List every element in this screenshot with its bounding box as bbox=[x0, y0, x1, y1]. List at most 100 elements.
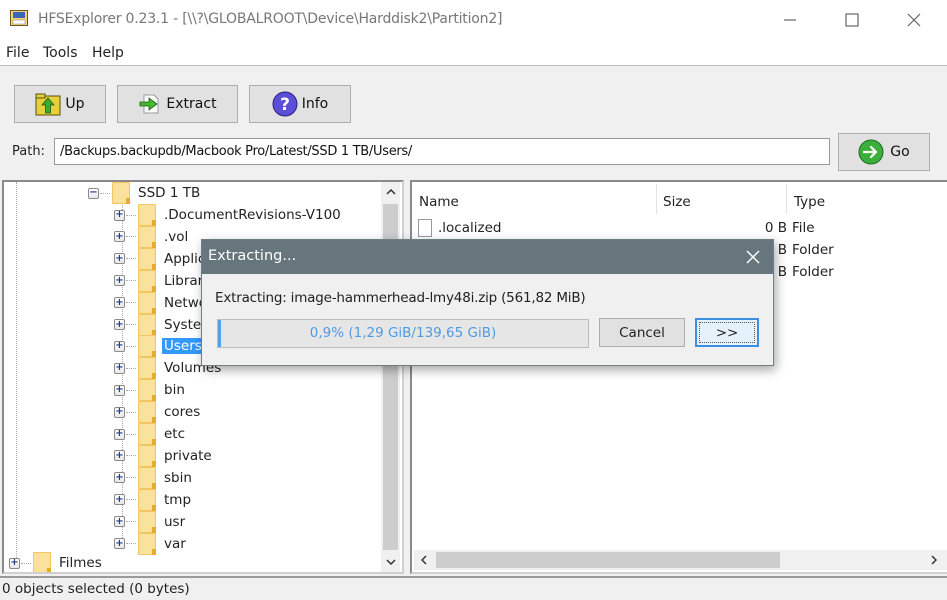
folder-icon bbox=[138, 444, 156, 467]
column-header-size[interactable]: Size bbox=[663, 194, 691, 210]
column-separator[interactable] bbox=[786, 184, 787, 214]
folder-icon bbox=[138, 269, 156, 292]
menu-bar: File Tools Help bbox=[0, 40, 947, 66]
expand-icon[interactable]: + bbox=[114, 319, 125, 330]
info-button[interactable]: ? Info bbox=[249, 85, 351, 123]
column-header-type[interactable]: Type bbox=[794, 194, 825, 210]
menu-help[interactable]: Help bbox=[92, 45, 124, 61]
close-button[interactable] bbox=[884, 0, 944, 40]
folder-icon bbox=[138, 466, 156, 489]
collapse-icon[interactable]: − bbox=[88, 187, 99, 199]
extract-progress-bar: 0,9% (1,29 GiB/139,65 GiB) bbox=[217, 319, 589, 348]
path-label: Path: bbox=[12, 144, 45, 159]
minimize-icon bbox=[784, 19, 796, 21]
expand-icon[interactable]: + bbox=[114, 384, 125, 396]
folder-icon bbox=[138, 379, 156, 402]
menu-file[interactable]: File bbox=[6, 45, 29, 61]
cell-type: Folder bbox=[792, 242, 834, 258]
expand-icon[interactable]: + bbox=[114, 275, 125, 287]
scrollbar-thumb[interactable] bbox=[436, 552, 780, 568]
folder-icon bbox=[33, 552, 51, 572]
up-button[interactable]: Up bbox=[14, 85, 106, 123]
info-label: Info bbox=[301, 96, 329, 112]
expand-icon[interactable]: + bbox=[114, 494, 125, 506]
up-label: Up bbox=[65, 96, 85, 112]
cell-type: Folder bbox=[792, 264, 834, 280]
expand-icon[interactable]: + bbox=[9, 557, 20, 569]
go-arrow-icon bbox=[858, 139, 884, 165]
path-input[interactable] bbox=[54, 138, 830, 165]
extract-button[interactable]: Extract bbox=[117, 85, 238, 123]
extract-label: Extract bbox=[166, 96, 217, 112]
expand-icon[interactable]: + bbox=[114, 538, 125, 549]
expand-icon[interactable]: + bbox=[114, 450, 125, 462]
folder-icon bbox=[138, 423, 156, 445]
extracting-dialog: Extracting... Extracting: image-hammerhe… bbox=[201, 239, 774, 366]
scroll-up-icon[interactable] bbox=[381, 182, 400, 202]
maximize-button[interactable] bbox=[822, 0, 882, 40]
close-icon bbox=[907, 13, 921, 27]
tree-node[interactable]: + cores bbox=[114, 401, 202, 424]
cell-type: File bbox=[792, 220, 815, 236]
status-bar: 0 objects selected (0 bytes) bbox=[0, 576, 947, 600]
window-title: HFSExplorer 0.23.1 - [\\?\GLOBALROOT\Dev… bbox=[38, 11, 503, 27]
folder-icon bbox=[138, 247, 156, 270]
list-row[interactable]: .localized 0 B File bbox=[412, 218, 947, 240]
scroll-right-icon[interactable] bbox=[924, 550, 944, 570]
tree-node-filmes[interactable]: + Filmes bbox=[9, 552, 104, 572]
list-horizontal-scrollbar[interactable] bbox=[414, 550, 947, 570]
folder-icon bbox=[138, 488, 156, 511]
tree-node[interactable]: + .DocumentRevisions-V100 bbox=[114, 204, 343, 226]
tree-node[interactable]: + etc bbox=[114, 423, 187, 445]
expand-icon[interactable]: + bbox=[114, 253, 125, 265]
expand-icon[interactable]: + bbox=[114, 516, 125, 528]
minimize-button[interactable] bbox=[760, 0, 820, 40]
list-header: Name Size Type bbox=[412, 182, 947, 218]
column-separator[interactable] bbox=[656, 184, 657, 214]
expand-icon[interactable]: + bbox=[114, 340, 125, 352]
expand-icon[interactable]: + bbox=[114, 209, 125, 221]
cancel-button[interactable]: Cancel bbox=[599, 318, 685, 347]
folder-icon bbox=[112, 182, 130, 204]
tree-node[interactable]: + usr bbox=[114, 510, 187, 533]
tree-node[interactable]: + Users bbox=[114, 335, 204, 358]
question-icon: ? bbox=[272, 91, 298, 117]
dialog-close-button[interactable] bbox=[737, 245, 769, 269]
expand-icon[interactable]: + bbox=[114, 406, 125, 418]
tree-node[interactable]: + tmp bbox=[114, 488, 193, 511]
title-bar: HFSExplorer 0.23.1 - [\\?\GLOBALROOT\Dev… bbox=[0, 0, 947, 40]
progress-text: 0,9% (1,29 GiB/139,65 GiB) bbox=[309, 325, 497, 341]
tree-node[interactable]: + Library bbox=[114, 269, 213, 292]
hfsexplorer-app-icon bbox=[10, 10, 28, 26]
menu-tools[interactable]: Tools bbox=[43, 45, 78, 61]
folder-up-icon bbox=[35, 93, 61, 116]
tree-node[interactable]: + bin bbox=[114, 379, 187, 402]
status-text: 0 objects selected (0 bytes) bbox=[2, 581, 190, 597]
extract-message: Extracting: image-hammerhead-lmy48i.zip … bbox=[215, 290, 586, 306]
scroll-left-icon[interactable] bbox=[414, 550, 434, 570]
tree-node[interactable]: + var bbox=[114, 532, 188, 555]
expand-icon[interactable]: + bbox=[114, 428, 125, 440]
tree-node[interactable]: + private bbox=[114, 444, 214, 467]
tree-node[interactable]: + sbin bbox=[114, 466, 194, 489]
go-label: Go bbox=[890, 144, 910, 160]
expand-icon[interactable]: + bbox=[114, 231, 125, 243]
folder-icon bbox=[138, 401, 156, 424]
go-button[interactable]: Go bbox=[838, 133, 930, 171]
tree-node[interactable]: + .vol bbox=[114, 225, 190, 248]
expand-icon[interactable]: + bbox=[114, 297, 125, 309]
folder-icon bbox=[138, 313, 156, 336]
maximize-icon bbox=[845, 13, 859, 27]
close-icon bbox=[746, 250, 760, 264]
dialog-title: Extracting... bbox=[208, 248, 297, 264]
column-header-name[interactable]: Name bbox=[419, 194, 459, 210]
expand-icon[interactable]: + bbox=[114, 362, 125, 374]
details-button[interactable]: >> bbox=[695, 318, 759, 347]
folder-icon bbox=[138, 225, 156, 248]
expand-icon[interactable]: + bbox=[114, 472, 125, 484]
tree-node-ssd[interactable]: − SSD 1 TB bbox=[88, 182, 202, 204]
folder-icon bbox=[138, 532, 156, 555]
svg-text:?: ? bbox=[280, 95, 290, 115]
dialog-title-bar[interactable]: Extracting... bbox=[202, 240, 773, 274]
scroll-down-icon[interactable] bbox=[381, 552, 400, 572]
